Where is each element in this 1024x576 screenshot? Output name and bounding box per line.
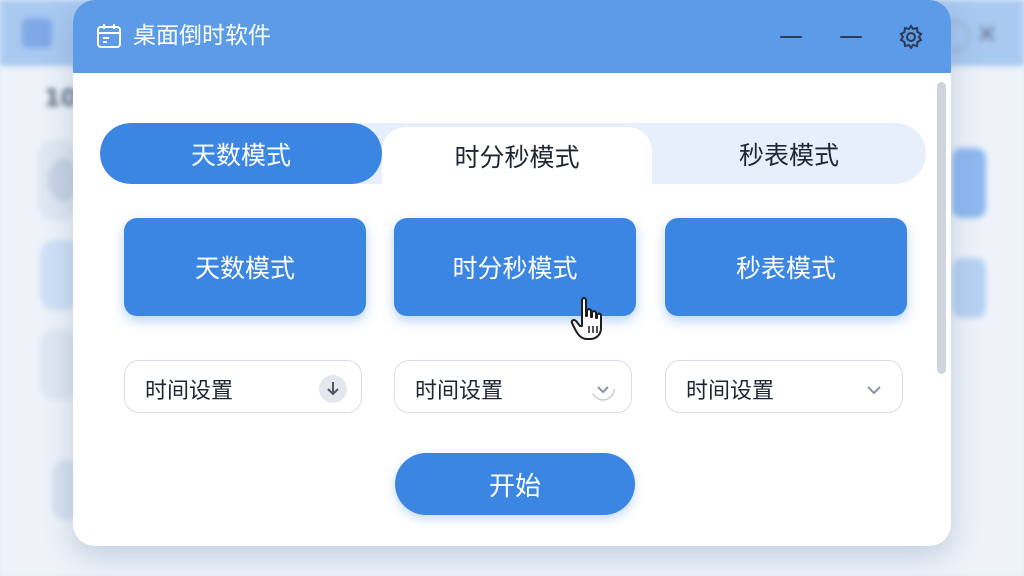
button-label: 秒表模式 [735,254,836,283]
background-button [952,148,986,218]
countdown-window: 桌面倒时软件 天数模式 时分秒模式 秒表模式 天数模式 时分秒模式 秒表模式 时… [73,0,951,546]
mode-tabs: 天数模式 时分秒模式 秒表模式 [100,123,926,184]
select-label: 时间设置 [415,379,504,404]
scrollbar[interactable] [937,82,946,374]
hand-cursor-icon [570,297,602,340]
time-setting-select-2[interactable]: 时间设置 [394,360,632,413]
window-title: 桌面倒时软件 [133,23,271,49]
minimize-icon [780,35,802,39]
time-setting-select-3[interactable]: 时间设置 [665,360,903,413]
chevron-down-icon [591,377,615,401]
time-setting-select-1[interactable]: 时间设置 [124,360,362,413]
background-button [952,258,986,318]
tab-label: 天数模式 [190,140,291,170]
select-label: 时间设置 [686,379,775,404]
background-close-icon[interactable]: ✕ [976,20,998,50]
title-bar[interactable]: 桌面倒时软件 [73,0,951,73]
download-circle-icon [319,375,347,403]
minimize-button[interactable] [776,22,806,52]
tab-stopwatch-mode[interactable]: 秒表模式 [652,123,926,184]
tab-label: 时分秒模式 [454,142,580,172]
days-mode-button[interactable]: 天数模式 [124,218,366,316]
gear-icon [899,24,923,50]
tab-days-mode[interactable]: 天数模式 [100,123,382,184]
button-label: 天数模式 [194,254,295,283]
select-label: 时间设置 [145,379,234,404]
chevron-down-icon [867,386,881,395]
calendar-icon [97,24,121,48]
settings-button[interactable] [896,22,926,52]
tab-label: 秒表模式 [738,140,839,170]
button-label: 时分秒模式 [452,254,578,283]
background-save-icon [22,18,52,48]
start-label: 开始 [488,471,541,502]
minimize-icon [840,35,862,39]
stopwatch-mode-button[interactable]: 秒表模式 [665,218,907,316]
minimize-button-2[interactable] [836,22,866,52]
start-button[interactable]: 开始 [395,453,635,515]
tab-hms-mode[interactable]: 时分秒模式 [382,127,652,184]
